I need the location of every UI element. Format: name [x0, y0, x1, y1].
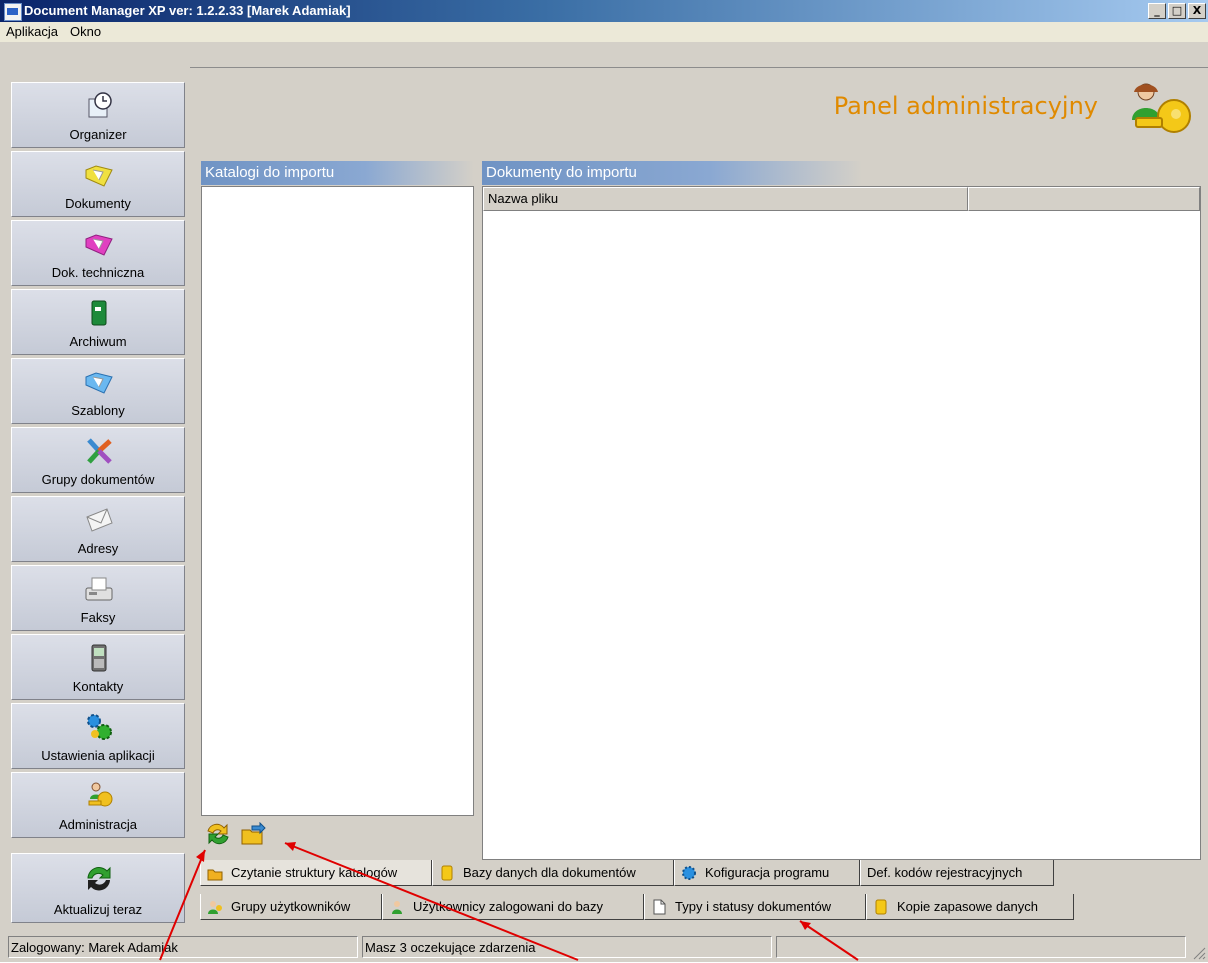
sidebar-item-label: Kontakty — [72, 679, 124, 694]
user-group-icon — [207, 899, 223, 915]
minimize-button[interactable]: _ — [1148, 3, 1166, 19]
window-title: Document Manager XP ver: 1.2.2.33 [Marek… — [24, 3, 351, 18]
organizer-icon — [83, 91, 115, 121]
update-arrows-icon — [83, 864, 115, 894]
documents-folder-icon — [83, 160, 115, 190]
fax-icon — [83, 574, 115, 604]
tab-label: Grupy użytkowników — [231, 899, 351, 914]
documents-list[interactable]: Nazwa pliku — [482, 186, 1201, 860]
tab-def-kodow[interactable]: Def. kodów rejestracyjnych — [860, 860, 1054, 886]
catalogs-panel-title: Katalogi do importu — [201, 161, 474, 185]
database-icon — [873, 899, 889, 915]
app-window: Document Manager XP ver: 1.2.2.33 [Marek… — [0, 0, 1208, 962]
tab-grupy-uzytkownikow[interactable]: Grupy użytkowników — [200, 894, 382, 920]
close-button[interactable]: X — [1188, 3, 1206, 19]
menu-bar: Aplikacja Okno — [0, 22, 1208, 42]
sidebar-item-kontakty[interactable]: Kontakty — [11, 634, 185, 700]
status-bar: Zalogowany: Marek Adamiak Masz 3 oczekuj… — [0, 934, 1208, 962]
tab-konfiguracja[interactable]: Kofiguracja programu — [674, 860, 860, 886]
database-icon — [439, 865, 455, 881]
resize-grip-icon[interactable] — [1190, 944, 1206, 960]
technical-docs-folder-icon — [83, 229, 115, 259]
sidebar-item-administracja[interactable]: Administracja — [11, 772, 185, 838]
envelope-icon — [83, 505, 115, 535]
sidebar-item-ustawienia[interactable]: Ustawienia aplikacji — [11, 703, 185, 769]
title-bar[interactable]: Document Manager XP ver: 1.2.2.33 [Marek… — [0, 0, 1208, 22]
header: Panel administracyjny — [190, 67, 1208, 154]
sidebar-item-label: Dok. techniczna — [51, 265, 145, 280]
folders-icon — [207, 865, 223, 881]
sidebar-item-faksy[interactable]: Faksy — [11, 565, 185, 631]
column-header-second[interactable] — [968, 187, 1200, 211]
gears-icon — [83, 712, 115, 742]
tab-typy-statusy[interactable]: Typy i statusy dokumentów — [644, 894, 866, 920]
sidebar-item-adresy[interactable]: Adresy — [11, 496, 185, 562]
users-icon — [389, 899, 405, 915]
status-events: Masz 3 oczekujące zdarzenia — [362, 936, 772, 958]
document-groups-icon — [83, 436, 115, 466]
tab-czytanie-struktury[interactable]: Czytanie struktury katalogów — [200, 860, 432, 886]
status-empty — [776, 936, 1186, 958]
sidebar-item-label: Administracja — [58, 817, 138, 832]
document-icon — [651, 899, 667, 915]
archive-book-icon — [83, 298, 115, 328]
maximize-button[interactable]: □ — [1168, 3, 1186, 19]
sidebar-item-archiwum[interactable]: Archiwum — [11, 289, 185, 355]
phone-icon — [83, 643, 115, 673]
column-header-filename[interactable]: Nazwa pliku — [483, 187, 968, 211]
app-icon — [4, 3, 22, 21]
sidebar-item-label: Faksy — [80, 610, 116, 625]
tab-label: Czytanie struktury katalogów — [231, 865, 398, 880]
sidebar-item-label: Adresy — [77, 541, 119, 556]
sidebar: Organizer Dokumenty Dok. techniczna Arch… — [7, 67, 190, 923]
tab-uzytkownicy-zalogowani[interactable]: Użytkownicy zalogowani do bazy — [382, 894, 644, 920]
sidebar-item-label: Archiwum — [69, 334, 127, 349]
window-controls: _ □ X — [1148, 3, 1206, 19]
tab-kopie-zapasowe[interactable]: Kopie zapasowe danych — [866, 894, 1074, 920]
sidebar-item-organizer[interactable]: Organizer — [11, 82, 185, 148]
admin-key-icon — [83, 781, 115, 811]
sidebar-item-dok-techniczna[interactable]: Dok. techniczna — [11, 220, 185, 286]
tab-label: Typy i statusy dokumentów — [675, 899, 832, 914]
refresh-icon[interactable] — [205, 822, 231, 846]
tab-label: Kopie zapasowe danych — [897, 899, 1038, 914]
admin-key-icon — [1124, 80, 1194, 140]
tab-label: Kofiguracja programu — [705, 865, 830, 880]
sidebar-item-grupy-dokumentow[interactable]: Grupy dokumentów — [11, 427, 185, 493]
sidebar-item-label: Grupy dokumentów — [41, 472, 155, 487]
tab-label: Użytkownicy zalogowani do bazy — [413, 899, 604, 914]
import-folder-icon[interactable] — [240, 821, 266, 846]
sidebar-item-szablony[interactable]: Szablony — [11, 358, 185, 424]
documents-panel-title: Dokumenty do importu — [482, 161, 862, 185]
page-title: Panel administracyjny — [833, 92, 1098, 120]
gear-icon — [681, 865, 697, 881]
tab-label: Bazy danych dla dokumentów — [463, 865, 636, 880]
sidebar-item-label: Szablony — [71, 403, 125, 418]
templates-folder-icon — [83, 367, 115, 397]
sidebar-item-label: Ustawienia aplikacji — [41, 748, 155, 763]
tab-label: Def. kodów rejestracyjnych — [867, 865, 1023, 880]
tab-bazy-danych[interactable]: Bazy danych dla dokumentów — [432, 860, 674, 886]
menu-okno[interactable]: Okno — [64, 22, 107, 42]
sidebar-item-label: Dokumenty — [65, 196, 131, 211]
status-logged-user: Zalogowany: Marek Adamiak — [8, 936, 358, 958]
menu-aplikacja[interactable]: Aplikacja — [0, 22, 64, 42]
sidebar-item-label: Organizer — [69, 127, 127, 142]
catalog-tree[interactable] — [201, 186, 474, 816]
sidebar-item-dokumenty[interactable]: Dokumenty — [11, 151, 185, 217]
update-now-label: Aktualizuj teraz — [53, 902, 143, 917]
update-now-button[interactable]: Aktualizuj teraz — [11, 853, 185, 923]
